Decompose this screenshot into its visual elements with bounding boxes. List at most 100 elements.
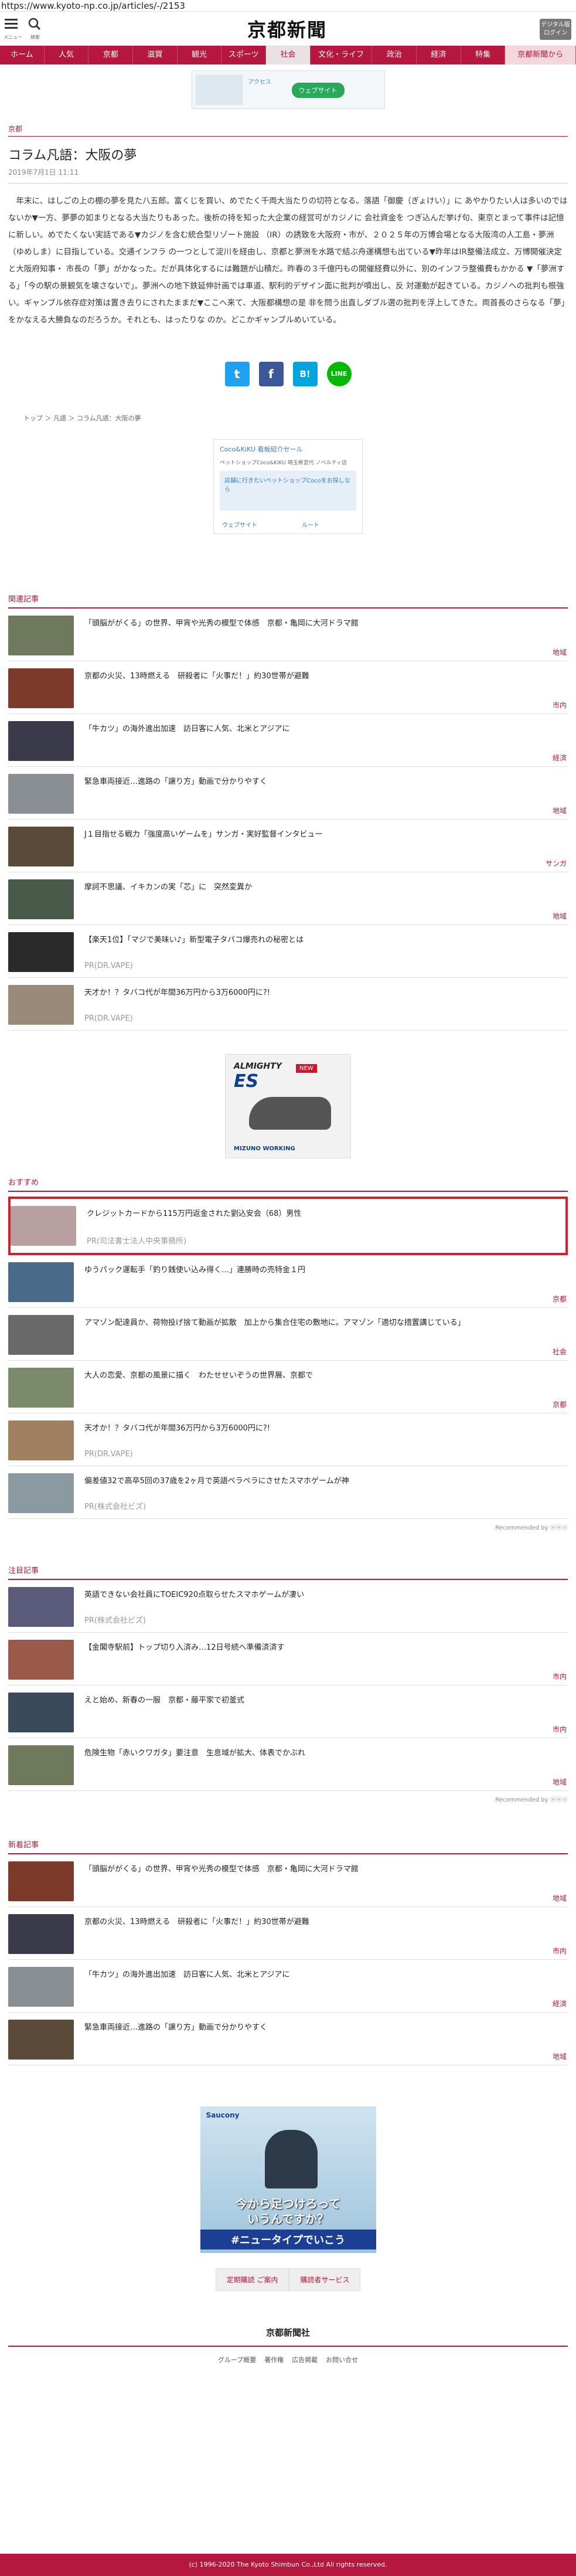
category-tag[interactable]: 社会 [553,1347,567,1357]
footer-link-ads[interactable]: 広告掲載 [292,2355,318,2364]
related-item[interactable]: 「頭脳ががくる」の世界、甲宵や光秀の模型で体感 京都・亀岡に大河ドラマ館地域 [8,609,568,661]
category-tag[interactable]: 地域 [553,1777,567,1787]
related-item[interactable]: 京都の火災、13時燃える 研殺者に「火事だ！」約30世帯が避難市内 [8,661,568,714]
digital-login-button[interactable]: デジタル版ログイン [540,19,571,40]
category-tag[interactable]: 経済 [553,753,567,763]
recommended-by-2[interactable]: Recommended by ⓤⓞⓤ [8,1795,568,1803]
search-icon[interactable] [28,18,41,30]
nav-culture[interactable]: 文化・ライフ [311,46,373,64]
hatena-share-button[interactable]: B! [292,362,318,386]
breadcrumb[interactable]: トップ ＞ 凡語 ＞ コラム凡語：大阪の夢 [23,413,576,423]
article-title-link[interactable]: J１目指せる戦力「強度高いゲームを」サンガ・実好監督インタビュー [84,828,568,839]
category-tag[interactable]: 市内 [553,1724,567,1734]
article-title-link[interactable]: 緊急車両接近…進路の「譲り方」動画で分かりやすく [84,2021,568,2032]
article-title-link[interactable]: 大人の恋愛、京都の風景に描く わたせせいぞうの世界展、京都で [84,1369,568,1380]
article-title-link[interactable]: クレジットカードから115万円返金された劉込安会（68）男性 [87,1207,565,1218]
nav-tourism[interactable]: 観光 [178,46,222,64]
facebook-share-button[interactable]: f [258,362,284,386]
article-title-link[interactable]: 英語できない会社員にTOEIC920点取らせたスマホゲームが凄い [84,1588,568,1599]
nav-special[interactable]: 特集 [461,46,506,64]
related-item[interactable]: 緊急車両接近…進路の「譲り方」動画で分かりやすく地域 [8,767,568,820]
nav-politics[interactable]: 政治 [372,46,417,64]
related-item[interactable]: 「牛カツ」の海外進出加速 訪日客に人気、北米とアジアに経済 [8,714,568,767]
footer-link-contact[interactable]: お問い合せ [326,2355,358,2364]
latest-item[interactable]: 「牛カツ」の海外進出加速 訪日客に人気、北米とアジアに経済 [8,1960,568,2013]
twitter-share-button[interactable]: t [224,362,250,386]
article-title-link[interactable]: ゆうパック運転手「釣り銭使い込み得く…」連勝時の売特金１円 [84,1263,568,1275]
latest-item[interactable]: 京都の火災、13時燃える 研殺者に「火事だ！」約30世帯が避難市内 [8,1907,568,1960]
article-title-link[interactable]: 「頭脳ががくる」の世界、甲宵や光秀の模型で体感 京都・亀岡に大河ドラマ館 [84,617,568,628]
related-item[interactable]: 摩訶不思議、イキカンの実「芯」に 突然変異か地域 [8,872,568,925]
attention-item[interactable]: 【金閣寺駅前】トップ切り入済み…12日号続へ準備済済す市内 [8,1633,568,1685]
latest-item[interactable]: 「頭脳ががくる」の世界、甲宵や光秀の模型で体感 京都・亀岡に大河ドラマ館地域 [8,1854,568,1907]
subscriber-service-button[interactable]: 購読者サービス [289,2268,361,2291]
article-title-link[interactable]: 天才か！？タバコ代が年間36万円から3万6000円に?! [84,1422,568,1433]
article-title-link[interactable]: えと始め、新春の一服 京都・藤平家で初釜式 [84,1694,568,1705]
nav-from-kyoto[interactable]: 京都新聞から [505,46,576,64]
article-title-link[interactable]: アマゾン配達員か、荷物投げ捨て動画が拡散 加上から集合住宅の敷地に。アマゾン「適… [84,1316,568,1327]
footer-logo[interactable]: 京都新聞社 [0,2326,576,2339]
ad-bottom[interactable]: Saucony 今から足つけろって いうんですか？ #ニュータイプでいこう [200,2106,376,2253]
recommend-item[interactable]: 偏差値32で高卒5回の37歳を2ヶ月で英語ペラペラにさせたスマホゲームが神 PR(… [8,1466,568,1519]
category-label[interactable]: 京都 [8,109,568,137]
article-title-link[interactable]: 「牛カツ」の海外進出加速 訪日客に人気、北米とアジアに [84,722,568,733]
category-tag[interactable]: 地域 [553,911,567,921]
article-title-link[interactable]: 摩訶不思議、イキカンの実「芯」に 突然変異か [84,881,568,892]
attention-item[interactable]: 危険生物「赤いクワガタ」要注意 生息域が拡大、体表でかぶれ地域 [8,1738,568,1791]
ad-banner-top[interactable]: アクセス ウェブサイト [191,70,385,109]
line-share-button[interactable]: LINE [326,362,352,386]
category-tag[interactable]: 地域 [553,806,567,815]
recommend-item[interactable]: 天才か！？タバコ代が年間36万円から3万6000円に?! PR(DR.VAPE) [8,1413,568,1466]
subscription-guide-button[interactable]: 定期購読 ご案内 [215,2268,289,2291]
article-date: 2019年7月1日 11:11 [8,167,568,183]
ad-mid-route[interactable]: ルート [302,520,319,529]
nav-economy[interactable]: 経済 [417,46,461,64]
category-tag[interactable]: 京都 [553,1294,567,1304]
attention-item[interactable]: えと始め、新春の一服 京都・藤平家で初釜式市内 [8,1685,568,1738]
hamburger-icon[interactable] [5,19,18,31]
ad-shoe[interactable]: ALMIGHTY ES NEW MIZUNO WORKING [225,1054,351,1158]
nav-home[interactable]: ホーム [0,46,45,64]
related-item[interactable]: J１目指せる戦力「強度高いゲームを」サンガ・実好監督インタビューサンガ [8,820,568,872]
article-title-link[interactable]: 【金閣寺駅前】トップ切り入済み…12日号続へ準備済済す [84,1641,568,1652]
category-tag[interactable]: 経済 [553,1999,567,2009]
site-logo[interactable]: 京都新聞 [240,15,334,41]
category-tag[interactable]: 京都 [553,1399,567,1409]
article-title-link[interactable]: 京都の火災、13時燃える 研殺者に「火事だ！」約30世帯が避難 [84,670,568,681]
article-title-link[interactable]: 偏差値32で高卒5回の37歳を2ヶ月で英語ペラペラにさせたスマホゲームが神 [84,1474,568,1486]
category-tag[interactable]: 地域 [553,2051,567,2061]
nav-popular[interactable]: 人気 [45,46,89,64]
category-tag[interactable]: 地域 [553,647,567,657]
nav-shiga[interactable]: 滋賀 [133,46,178,64]
category-tag[interactable]: 市内 [553,700,567,710]
attention-item[interactable]: 英語できない会社員にTOEIC920点取らせたスマホゲームが凄い PR(株式会社ビ… [8,1580,568,1633]
category-tag[interactable]: 市内 [553,1946,567,1956]
recommend-item[interactable]: ゆうパック運転手「釣り銭使い込み得く…」連勝時の売特金１円京都 [8,1255,568,1308]
article-title-link[interactable]: 天才か！？タバコ代が年間36万円から3万6000円に?! [84,986,568,997]
article-title-link[interactable]: 緊急車両接近…進路の「譲り方」動画で分かりやすく [84,775,568,786]
footer-link-copyright[interactable]: 著作権 [264,2355,284,2364]
recommended-by[interactable]: Recommended by ⓤⓞⓤ [8,1523,568,1531]
url-bar[interactable]: https://www.kyoto-np.co.jp/articles/-/21… [0,0,576,12]
ad-mid-web[interactable]: ウェブサイト [222,520,257,529]
article-title-link[interactable]: 「牛カツ」の海外進出加速 訪日客に人気、北米とアジアに [84,1968,568,1979]
category-tag[interactable]: サンガ [546,858,567,868]
category-tag[interactable]: 地域 [553,1893,567,1903]
ad-mid[interactable]: Coco&KiKU 看板紹介セール ペットショップCoco&KiKU 埼玉県宮代… [213,439,363,534]
recommend-item[interactable]: アマゾン配達員か、荷物投げ捨て動画が拡散 加上から集合住宅の敷地に。アマゾン「適… [8,1308,568,1361]
recommend-item[interactable]: 大人の恋愛、京都の風景に描く わたせせいぞうの世界展、京都で京都 [8,1361,568,1413]
nav-kyoto[interactable]: 京都 [88,46,134,64]
latest-item[interactable]: 緊急車両接近…進路の「譲り方」動画で分かりやすく地域 [8,2013,568,2065]
related-item[interactable]: 【楽天1位】「マジで美味い♪」新型電子タバコ爆売れの秘密とは PR(DR.VAPE… [8,925,568,978]
footer-link-group[interactable]: グループ概要 [218,2355,256,2364]
ad-website-button[interactable]: ウェブサイト [291,83,345,98]
recommend-item[interactable]: クレジットカードから115万円返金された劉込安会（68）男性 PR(司法書士法人中… [8,1197,568,1255]
article-title-link[interactable]: 【楽天1位】「マジで美味い♪」新型電子タバコ爆売れの秘密とは [84,933,568,944]
nav-sports[interactable]: スポーツ [221,46,267,64]
article-title-link[interactable]: 危険生物「赤いクワガタ」要注意 生息域が拡大、体表でかぶれ [84,1746,568,1758]
article-title-link[interactable]: 京都の火災、13時燃える 研殺者に「火事だ！」約30世帯が避難 [84,1915,568,1926]
category-tag[interactable]: 市内 [553,1671,567,1681]
article-title-link[interactable]: 「頭脳ががくる」の世界、甲宵や光秀の模型で体感 京都・亀岡に大河ドラマ館 [84,1863,568,1874]
related-item[interactable]: 天才か！？タバコ代が年間36万円から3万6000円に?! PR(DR.VAPE) [8,978,568,1031]
nav-society[interactable]: 社会 [266,46,311,64]
